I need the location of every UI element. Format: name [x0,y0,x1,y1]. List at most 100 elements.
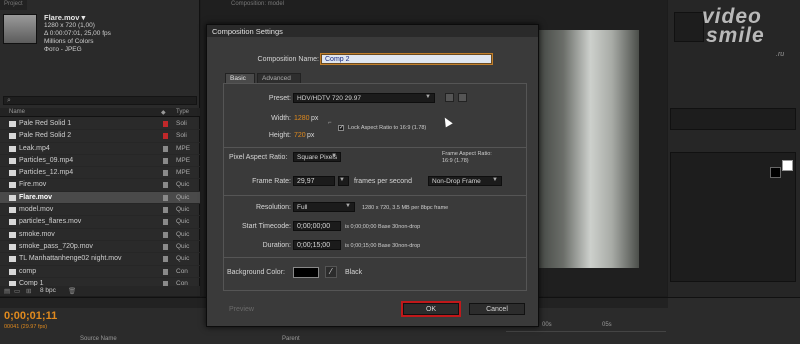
project-panel: Project Flare.mov ▾ 1280 x 720 (1,00) Δ … [0,0,200,296]
project-file-row[interactable]: comp Con [0,266,200,278]
footage-icon [9,231,16,238]
frame-rate-dropdown[interactable]: ▼ [338,176,349,186]
file-name: Leak.mp4 [19,144,50,152]
file-name: Fire.mov [19,181,47,189]
label-color-swatch[interactable] [163,256,168,263]
trash-icon[interactable]: 🗑 [68,287,76,295]
comp-name-input[interactable]: Comp 2 [320,53,493,65]
label-color-swatch[interactable] [163,231,168,238]
cancel-button[interactable]: Cancel [469,303,525,315]
footage-icon [9,182,16,189]
resolution-info: 1280 x 720, 3.5 MB per 8bpc frame [362,205,449,211]
footage-icon [9,121,16,127]
column-type[interactable]: Type [176,109,189,115]
project-file-row[interactable]: Flare.mov Quic [0,191,200,205]
project-file-row[interactable]: particles_flares.mov Quic [0,216,200,229]
frame-rate-input[interactable]: 29,97 [293,176,335,186]
width-unit: px [311,115,319,122]
pixel-aspect-label: Pixel Aspect Ratio: [229,154,288,161]
file-type: MPE [176,144,191,152]
footage-size: 1280 x 720 (1,00) [44,22,95,29]
viewer-tab[interactable]: Composition: model [231,1,284,7]
background-color-name: Black [345,269,363,276]
label-tag-icon[interactable]: ◆ [161,109,166,116]
duration-input[interactable]: 0;00;15;00 [293,240,341,250]
source-name-header[interactable]: Source Name [80,336,117,342]
save-preset-icon[interactable] [445,93,454,102]
label-color-swatch[interactable] [163,268,168,275]
label-color-swatch[interactable] [163,157,168,164]
height-value[interactable]: 720 [294,132,306,139]
resolution-select[interactable]: Full ▼ [293,202,355,212]
start-timecode-input[interactable]: 0;00;00;00 [293,221,341,231]
project-tab[interactable]: Project [0,0,27,10]
footage-duration: Δ 0:00:07:01, 25,00 fps [44,30,111,37]
project-file-row[interactable]: Particles_09.mp4 MPE [0,155,200,168]
file-name: Particles_09.mp4 [19,156,74,164]
fill-color-swatch[interactable] [782,160,793,171]
label-color-swatch[interactable] [163,243,168,250]
new-folder-icon[interactable]: ▭ [14,287,20,295]
footage-icon [9,145,16,152]
current-timecode[interactable]: 0;00;01;11 [4,310,57,322]
preset-select[interactable]: HDV/HDTV 720 29.97 ▼ [293,93,435,103]
divider [224,147,526,148]
background-color-label: Background Color: [227,269,285,276]
label-color-swatch[interactable] [163,121,168,127]
lock-aspect-checkbox[interactable]: ✓ [338,125,344,131]
link-bracket-icon: ⌐ [328,120,332,126]
label-color-swatch[interactable] [163,182,168,189]
footage-name[interactable]: Flare.mov ▾ [44,14,111,22]
project-file-row[interactable]: smoke_pass_720p.mov Quic [0,241,200,254]
project-file-row[interactable]: TL Manhattanhenge02 night.mov Quic [0,253,200,266]
label-color-swatch[interactable] [163,194,168,201]
parent-header[interactable]: Parent [282,336,300,342]
column-name[interactable]: Name [9,109,25,115]
label-color-swatch[interactable] [163,145,168,152]
background-color-swatch[interactable] [293,267,319,278]
chevron-down-icon: ▼ [425,94,431,100]
project-file-row[interactable]: Pale Red Solid 1 Soli [0,118,200,131]
interpret-footage-icon[interactable]: ▤ [4,287,10,295]
project-footer: ▤ ▭ ⊞ 8 bpc 🗑 [0,286,200,296]
project-file-row[interactable]: Particles_12.mp4 MPE [0,167,200,180]
footage-icon [9,219,16,226]
tab-advanced[interactable]: Advanced [257,73,301,83]
file-name: smoke_pass_720p.mov [19,242,93,250]
footage-icon [9,194,16,201]
project-file-row[interactable]: model.mov Quic [0,204,200,217]
ok-button[interactable]: OK [401,301,461,317]
project-file-row[interactable]: Pale Red Solid 2 Soli [0,130,200,143]
drop-frame-value: Non-Drop Frame [432,178,481,185]
file-name: Pale Red Solid 1 [19,120,72,127]
project-file-row[interactable]: Fire.mov Quic [0,179,200,192]
preview-panel [670,108,796,130]
label-color-swatch[interactable] [163,170,168,177]
project-file-row[interactable]: smoke.mov Quic [0,229,200,241]
label-color-swatch[interactable] [163,207,168,214]
project-file-row[interactable]: Leak.mp4 MPE [0,143,200,155]
comp-name-label: Composition Name: [257,56,319,63]
file-name: TL Manhattanhenge02 night.mov [19,255,122,263]
drop-frame-select[interactable]: Non-Drop Frame ▼ [428,176,502,186]
chevron-down-icon: ▼ [492,177,498,183]
width-value[interactable]: 1280 [294,115,310,122]
label-color-swatch[interactable] [163,219,168,226]
pixel-aspect-select[interactable]: Square Pixels ▼ [293,152,342,162]
preview-checkbox-label[interactable]: Preview [229,306,254,313]
stroke-color-swatch[interactable] [770,167,781,178]
file-name: Particles_12.mp4 [19,169,74,177]
label-color-swatch[interactable] [163,133,168,140]
delete-preset-icon[interactable] [458,93,467,102]
eyedropper-icon[interactable]: ⁄ [325,266,337,278]
bit-depth-button[interactable]: 8 bpc [40,287,56,294]
project-search-input[interactable]: ⌕ [3,96,197,105]
file-name: Flare.mov [19,193,53,201]
height-unit: px [307,132,315,139]
footage-icon [9,133,16,140]
new-comp-icon[interactable]: ⊞ [26,287,31,295]
timecode-frames: 00041 (29.97 fps) [4,324,48,330]
file-type: Con [176,267,188,275]
tab-basic[interactable]: Basic [225,73,255,83]
file-type: Quic [176,218,190,226]
